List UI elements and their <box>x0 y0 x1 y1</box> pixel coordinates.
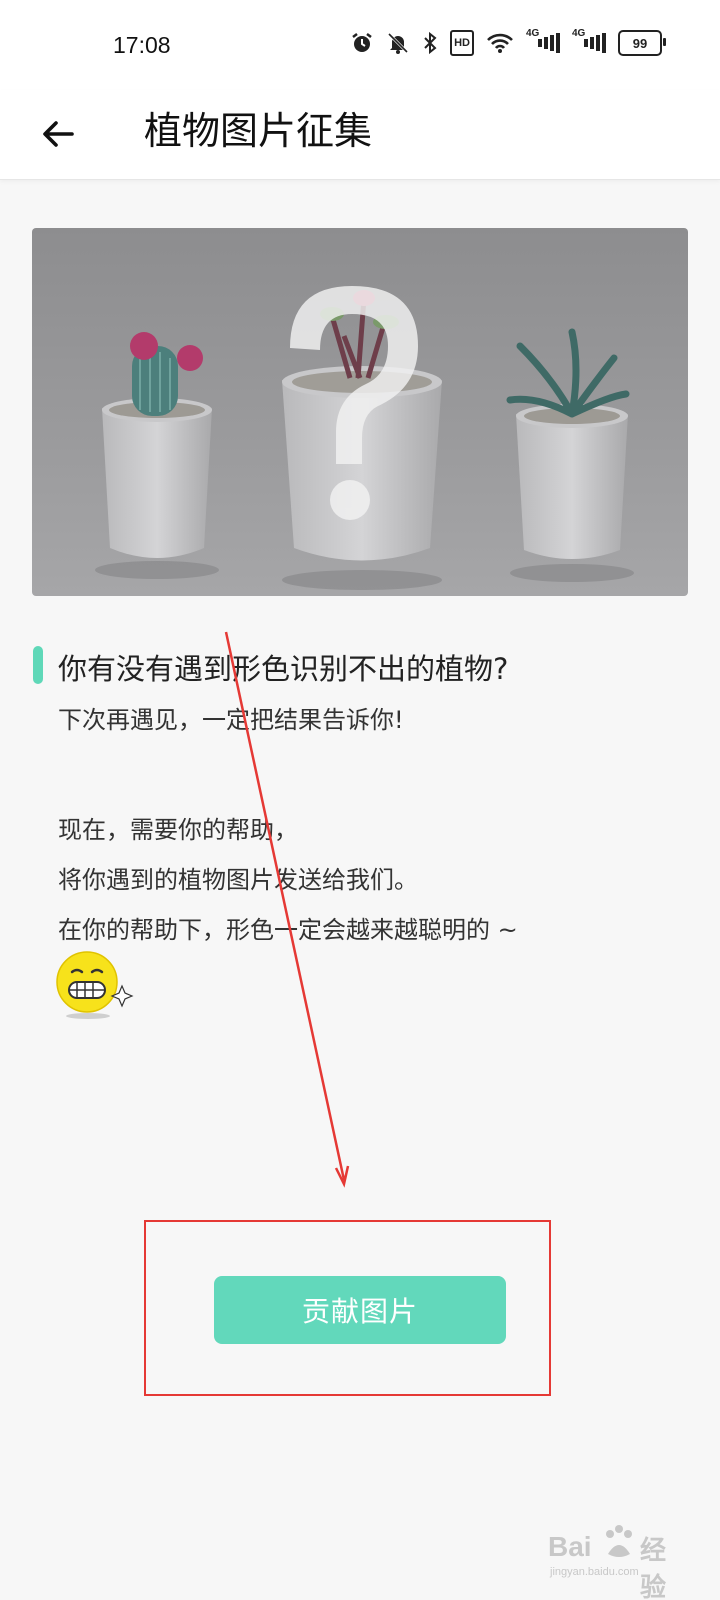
screen: 17:08 HD 4G 4G 99 植物图片征集 你有没有遇到形色识别不出的植物… <box>0 0 720 1600</box>
watermark-url: jingyan.baidu.com <box>550 1566 639 1578</box>
baidu-paw-icon <box>606 1525 632 1557</box>
watermark-text: 经验 <box>640 1536 667 1600</box>
aloe-pot <box>506 328 634 582</box>
body-text-line-3: 将你遇到的植物图片发送给我们。 <box>58 866 418 894</box>
wifi-icon <box>486 30 514 56</box>
alarm-icon <box>350 30 374 56</box>
hd-icon: HD <box>450 30 474 56</box>
headline: 你有没有遇到形色识别不出的植物? <box>58 652 509 686</box>
signal-4g-icon-2: 4G <box>572 28 606 56</box>
headline-accent-bar <box>33 646 43 684</box>
mute-bell-icon <box>386 30 410 56</box>
arrow-left-icon <box>43 121 74 147</box>
battery-icon: 99 <box>618 30 666 56</box>
page-title: 植物图片征集 <box>144 109 373 153</box>
body-text-line-4: 在你的帮助下，形色一定会越来越聪明的 ~ <box>58 916 518 944</box>
signal-label: 4G <box>572 28 586 39</box>
status-time: 17:08 <box>113 32 171 58</box>
status-icons: HD 4G 4G 99 <box>350 28 666 56</box>
paw-icon: Bai <box>548 1531 592 1562</box>
hero-image <box>32 228 688 596</box>
baidu-watermark: Bai 经验 jingyan.baidu.com <box>548 1522 688 1600</box>
signal-label: 4G <box>526 28 540 39</box>
body-text-line-1: 下次再遇见，一定把结果告诉你! <box>58 706 404 734</box>
grinning-emoji-icon <box>56 950 136 1020</box>
back-button[interactable] <box>34 110 82 158</box>
bluetooth-icon <box>422 30 438 56</box>
status-bar: 17:08 HD 4G 4G 99 <box>0 0 720 90</box>
svg-text:Bai: Bai <box>548 1531 592 1562</box>
body-text-line-2: 现在，需要你的帮助， <box>58 816 298 844</box>
signal-4g-icon: 4G <box>526 28 560 56</box>
cactus-pot <box>95 332 219 579</box>
annotation-box <box>144 1220 551 1396</box>
